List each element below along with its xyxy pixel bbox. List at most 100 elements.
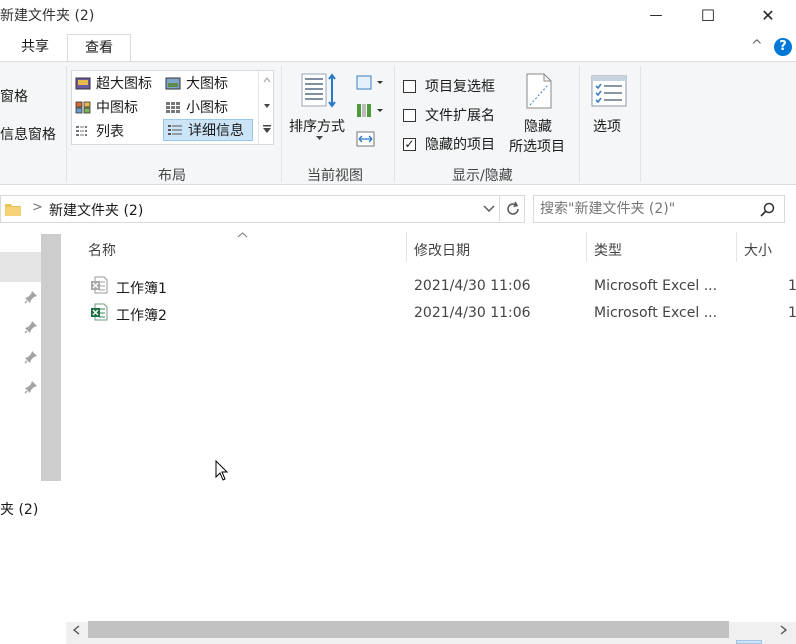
nav-selected-item[interactable] <box>0 252 41 282</box>
search-box[interactable] <box>533 195 785 223</box>
maximize-button[interactable]: ☐ <box>685 0 731 30</box>
layout-extra-large-icons[interactable]: 超大图标 <box>75 72 152 94</box>
layout-small-icons[interactable]: 小图标 <box>165 96 228 118</box>
breadcrumb-separator-icon[interactable]: > <box>32 200 43 215</box>
hidden-items-checkbox[interactable]: ✓ <box>403 137 416 151</box>
file-modified: 2021/4/30 11:06 <box>414 278 531 294</box>
file-name: 工作簿2 <box>116 308 167 324</box>
layout-medium-label: 中图标 <box>96 100 138 116</box>
hide-selected-label-2: 所选项目 <box>509 139 565 155</box>
nav-folder-item[interactable]: 夹 (2) <box>0 499 38 519</box>
column-divider[interactable] <box>406 232 407 262</box>
options-label: 选项 <box>593 119 621 135</box>
layout-extra-large-label: 超大图标 <box>96 76 152 92</box>
tab-share-label: 共享 <box>21 39 49 55</box>
item-checkboxes-checkbox[interactable] <box>403 79 416 93</box>
item-checkboxes-label: 项目复选框 <box>425 79 495 95</box>
details-pane-button[interactable]: 信息窗格 <box>0 124 56 144</box>
hidden-items-toggle[interactable]: ✓ 隐藏的项目 <box>403 134 495 154</box>
close-button[interactable]: ✕ <box>745 0 791 30</box>
chevron-down-icon[interactable] <box>263 103 271 109</box>
refresh-icon <box>507 201 519 215</box>
item-checkboxes-toggle[interactable]: 项目复选框 <box>403 76 495 96</box>
layout-group-label: 布局 <box>158 168 186 184</box>
file-extensions-toggle[interactable]: 文件扩展名 <box>403 105 495 125</box>
chevron-up-icon[interactable] <box>263 77 271 83</box>
layout-medium-icons[interactable]: 中图标 <box>75 96 138 118</box>
chevron-down-icon[interactable] <box>483 205 495 213</box>
status-indicator <box>736 640 762 644</box>
column-divider[interactable] <box>736 232 737 262</box>
pin-icon[interactable] <box>24 320 38 334</box>
navigation-pane-button[interactable]: 窗格 <box>0 86 28 106</box>
maximize-icon: ☐ <box>700 5 716 25</box>
size-columns-icon <box>356 131 375 147</box>
chevron-down-icon <box>316 136 323 140</box>
hide-selected-label-1: 隐藏 <box>524 119 552 135</box>
file-name: 工作簿1 <box>116 281 167 297</box>
refresh-button[interactable] <box>499 196 525 222</box>
excel-file-icon <box>91 303 108 321</box>
size-columns-button[interactable] <box>355 130 377 150</box>
breadcrumb-current-folder[interactable]: 新建文件夹 (2) <box>49 200 143 220</box>
expand-gallery-icon[interactable] <box>262 125 272 134</box>
help-button[interactable]: ? <box>774 38 792 56</box>
layout-list-label: 列表 <box>96 124 124 140</box>
options-button[interactable]: 选项 <box>588 72 632 136</box>
layout-small-label: 小图标 <box>186 100 228 116</box>
small-icons-icon <box>166 101 180 113</box>
list-icon <box>76 125 87 136</box>
group-by-button[interactable] <box>355 74 385 94</box>
group-separator <box>394 66 395 182</box>
large-icons-icon <box>165 77 181 89</box>
hide-selected-items-button[interactable]: 隐藏 所选项目 <box>507 72 573 156</box>
search-input[interactable] <box>540 199 755 219</box>
file-size: 1 <box>788 305 796 321</box>
layout-details-label: 详细信息 <box>188 123 244 139</box>
extra-large-icons-icon <box>75 77 91 89</box>
horizontal-scroll-thumb[interactable] <box>88 621 729 638</box>
tab-share[interactable]: 共享 <box>10 34 60 62</box>
tab-view[interactable]: 查看 <box>67 34 131 62</box>
file-extensions-checkbox[interactable] <box>403 108 416 122</box>
group-separator <box>281 66 282 182</box>
nav-pane-scrollbar[interactable] <box>41 234 61 481</box>
minimize-button[interactable]: — <box>633 0 679 30</box>
layout-large-icons[interactable]: 大图标 <box>165 72 228 94</box>
show-hide-group-label: 显示/隐藏 <box>452 168 513 184</box>
sort-by-button[interactable]: 排序方式 <box>289 72 351 148</box>
column-header-name[interactable]: 名称 <box>88 240 116 260</box>
mouse-cursor-icon <box>215 460 229 481</box>
pin-icon[interactable] <box>24 350 38 364</box>
column-header-date-modified[interactable]: 修改日期 <box>414 240 470 260</box>
collapse-ribbon-button[interactable]: ^ <box>751 38 763 54</box>
layout-list[interactable]: 列表 <box>75 120 124 142</box>
search-icon[interactable] <box>760 202 775 217</box>
file-row[interactable]: 工作簿2 2021/4/30 11:06 Microsoft Excel ...… <box>80 301 796 327</box>
file-type: Microsoft Excel ... <box>594 278 718 294</box>
chevron-left-icon[interactable] <box>72 625 80 635</box>
column-header-size[interactable]: 大小 <box>744 240 772 260</box>
file-size: 1 <box>788 278 796 294</box>
window-title: 新建文件夹 (2) <box>0 8 95 24</box>
add-columns-button[interactable] <box>355 102 385 122</box>
sort-ascending-icon <box>237 232 248 238</box>
pin-icon[interactable] <box>24 380 38 394</box>
chevron-right-icon[interactable] <box>780 625 788 635</box>
hide-selected-items-icon <box>526 73 552 109</box>
column-divider[interactable] <box>586 232 587 262</box>
column-header-type[interactable]: 类型 <box>594 240 622 260</box>
help-icon: ? <box>779 39 787 54</box>
close-icon: ✕ <box>761 5 775 25</box>
group-by-icon <box>356 75 383 90</box>
pin-icon[interactable] <box>24 290 38 304</box>
group-separator <box>579 66 580 182</box>
file-modified: 2021/4/30 11:06 <box>414 305 531 321</box>
chevron-up-icon: ^ <box>751 38 763 54</box>
add-columns-icon <box>357 104 383 117</box>
address-bar[interactable]: > 新建文件夹 (2) <box>0 195 525 223</box>
file-row[interactable]: 工作簿1 2021/4/30 11:06 Microsoft Excel ...… <box>80 274 796 300</box>
sort-by-icon <box>301 73 336 108</box>
tab-view-label: 查看 <box>85 40 113 56</box>
layout-details[interactable]: 详细信息 <box>163 119 253 141</box>
